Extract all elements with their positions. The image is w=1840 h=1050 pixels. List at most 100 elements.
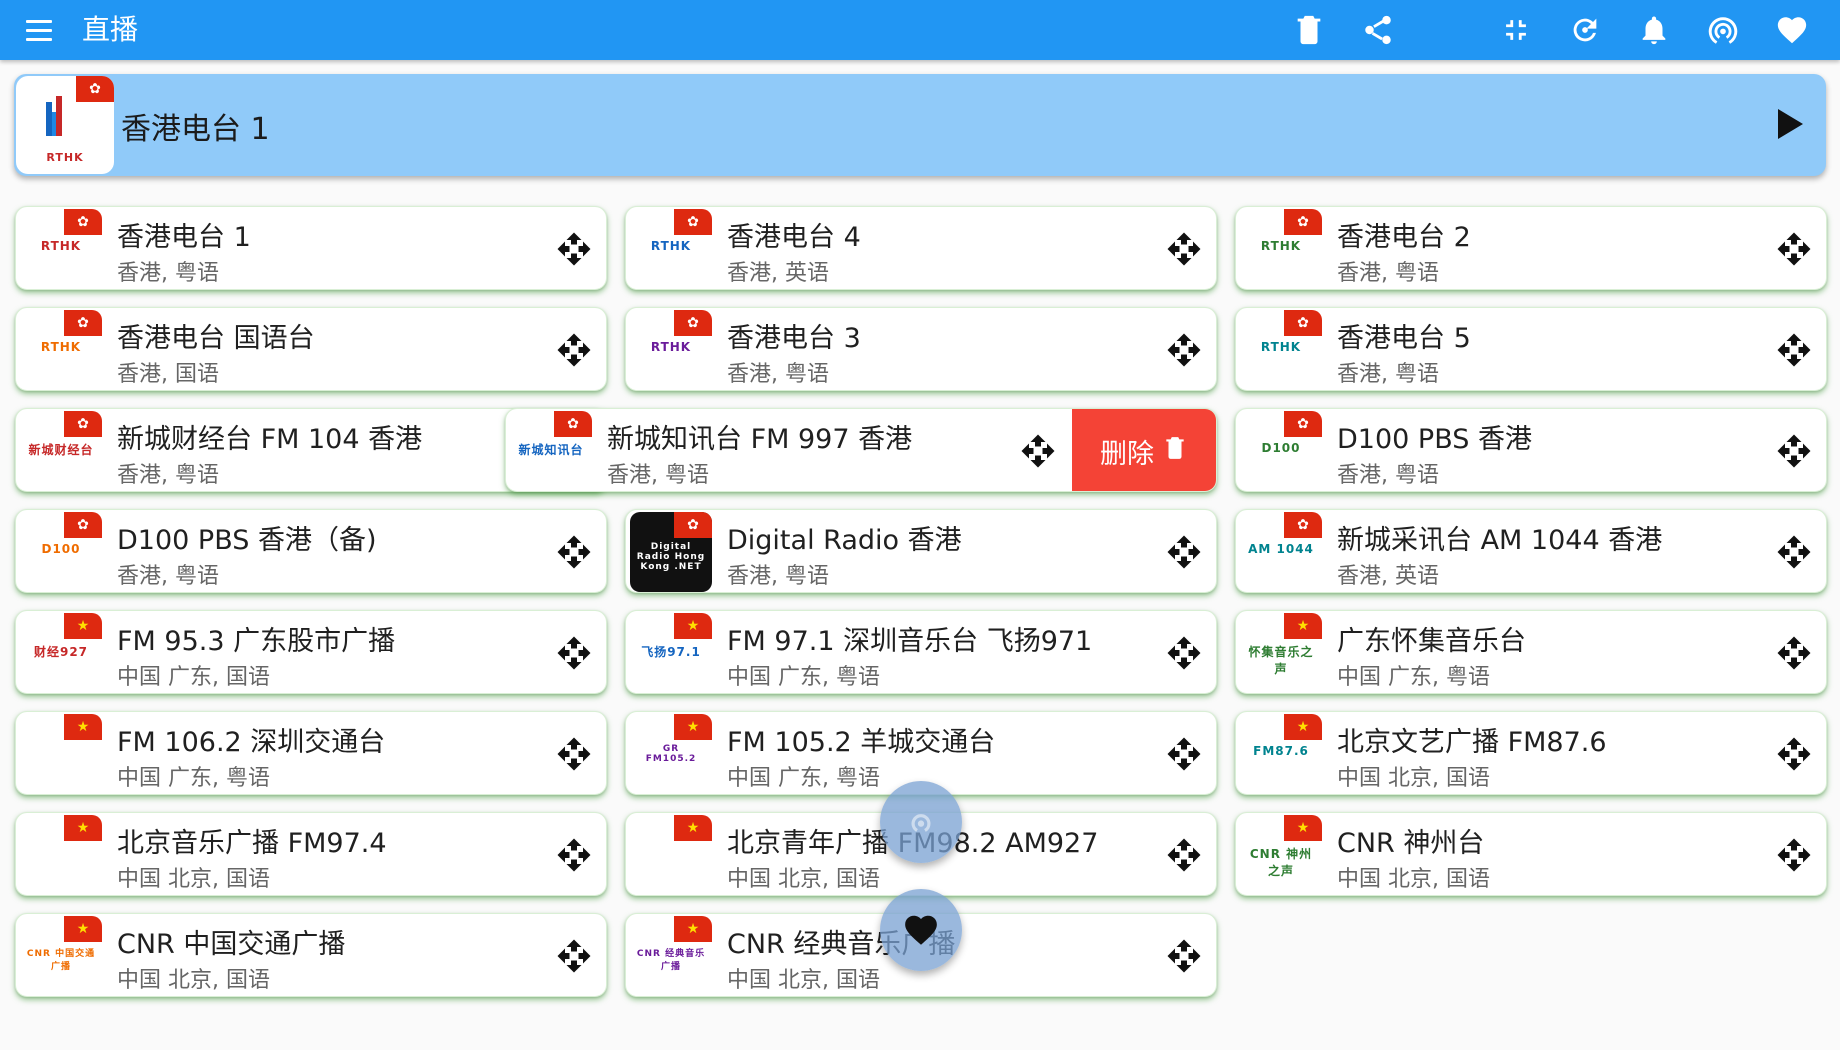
drag-move-icon[interactable] (1776, 534, 1812, 570)
drag-move-icon[interactable] (556, 332, 592, 368)
hong-kong-flag-icon: ✿ (76, 76, 114, 102)
drag-move-icon[interactable] (1166, 534, 1202, 570)
station-card[interactable]: 怀集音乐之声 ★ 广东怀集音乐台 中国 广东, 粤语 (1235, 610, 1827, 694)
station-card[interactable]: CNR 神州之声 ★ CNR 神州台 中国 北京, 国语 (1235, 812, 1827, 896)
favorite-heart-icon[interactable] (1757, 8, 1826, 52)
drag-move-icon[interactable] (556, 635, 592, 671)
share-icon[interactable] (1343, 8, 1412, 52)
station-name: CNR 中国交通广播 (117, 929, 346, 960)
page-title: 直播 (82, 13, 139, 46)
drag-move-icon[interactable] (1166, 938, 1202, 974)
night-mode-icon[interactable] (1412, 8, 1481, 52)
station-logo: ★ (630, 815, 712, 895)
drag-move-icon[interactable] (556, 837, 592, 873)
drag-move-icon[interactable] (1776, 231, 1812, 267)
station-name: 香港电台 3 (727, 323, 861, 354)
station-logo: RTHK ✿ (630, 209, 712, 289)
station-logo: ★ (20, 714, 102, 794)
drag-move-icon[interactable] (1020, 433, 1056, 469)
station-card[interactable]: Digital Radio Hong Kong .NET ✿ Digital Rad… (625, 509, 1217, 593)
refresh-icon[interactable] (1550, 8, 1619, 52)
station-card[interactable]: RTHK ✿ 香港电台 2 香港, 粤语 (1235, 206, 1827, 290)
play-icon[interactable] (1768, 104, 1808, 144)
drag-move-icon[interactable] (1776, 837, 1812, 873)
station-name: 香港电台 国语台 (117, 323, 315, 354)
notification-bell-icon[interactable] (1619, 8, 1688, 52)
delete-icon[interactable] (1274, 8, 1343, 52)
delete-button[interactable]: 删除 (1072, 409, 1216, 491)
logo-text: 飞扬97.1 (641, 645, 701, 659)
station-card[interactable]: 财经927 ★ FM 95.3 广东股市广播 中国 广东, 国语 (15, 610, 607, 694)
logo-text: RTHK (46, 151, 84, 164)
toolbar-actions (1274, 8, 1826, 52)
drag-move-icon[interactable] (556, 534, 592, 570)
station-location-language: 香港, 粤语 (1337, 261, 1439, 286)
hong-kong-flag-icon: ✿ (64, 512, 102, 538)
favorite-fab[interactable] (880, 889, 962, 971)
cast-fab[interactable] (880, 781, 962, 863)
station-location-language: 中国 北京, 国语 (727, 867, 880, 892)
logo-text: RTHK (1260, 340, 1302, 354)
station-card[interactable]: 飞扬97.1 ★ FM 97.1 深圳音乐台 飞扬971 中国 广东, 粤语 (625, 610, 1217, 694)
station-card[interactable]: D100 ✿ D100 PBS 香港 香港, 粤语 (1235, 408, 1827, 492)
fullscreen-exit-icon[interactable] (1481, 8, 1550, 52)
hong-kong-flag-icon: ✿ (674, 310, 712, 336)
cast-icon[interactable] (1688, 8, 1757, 52)
station-card[interactable]: D100 ✿ D100 PBS 香港（备) 香港, 粤语 (15, 509, 607, 593)
drag-move-icon[interactable] (1166, 635, 1202, 671)
station-logo: 怀集音乐之声 ★ (1240, 613, 1322, 693)
hong-kong-flag-icon: ✿ (64, 310, 102, 336)
station-name: FM 97.1 深圳音乐台 飞扬971 (727, 626, 1093, 657)
station-location-language: 香港, 粤语 (117, 564, 219, 589)
station-card[interactable]: 新城知讯台 ✿ 新城知讯台 FM 997 香港 香港, 粤语 删除 (505, 408, 1217, 492)
hong-kong-flag-icon: ✿ (554, 411, 592, 437)
drag-move-icon[interactable] (556, 736, 592, 772)
station-card[interactable]: RTHK ✿ 香港电台 1 香港, 粤语 (15, 206, 607, 290)
station-name: 新城财经台 FM 104 香港 (117, 424, 423, 455)
drag-move-icon[interactable] (1776, 635, 1812, 671)
delete-label: 删除 (1100, 438, 1154, 470)
station-card[interactable]: RTHK ✿ 香港电台 5 香港, 粤语 (1235, 307, 1827, 391)
drag-move-icon[interactable] (1166, 231, 1202, 267)
station-card[interactable]: FM87.6 ★ 北京文艺广播 FM87.6 中国 北京, 国语 (1235, 711, 1827, 795)
hong-kong-flag-icon: ✿ (64, 209, 102, 235)
station-location-language: 中国 广东, 粤语 (117, 766, 270, 791)
station-name: 北京音乐广播 FM97.4 (117, 828, 387, 859)
drag-move-icon[interactable] (1776, 433, 1812, 469)
station-logo: CNR 神州之声 ★ (1240, 815, 1322, 895)
china-flag-icon: ★ (64, 916, 102, 942)
station-logo: ★ (20, 815, 102, 895)
hong-kong-flag-icon: ✿ (64, 411, 102, 437)
logo-text: D100 (41, 542, 81, 556)
drag-move-icon[interactable] (1776, 332, 1812, 368)
station-name: FM 105.2 羊城交通台 (727, 727, 996, 758)
drag-move-icon[interactable] (556, 938, 592, 974)
station-name: 香港电台 1 (117, 222, 251, 253)
station-card[interactable]: ★ FM 106.2 深圳交通台 中国 广东, 粤语 (15, 711, 607, 795)
station-name: 广东怀集音乐台 (1337, 626, 1526, 657)
station-card[interactable]: ★ 北京音乐广播 FM97.4 中国 北京, 国语 (15, 812, 607, 896)
station-card[interactable]: AM 1044 ✿ 新城采讯台 AM 1044 香港 香港, 英语 (1235, 509, 1827, 593)
station-location-language: 香港, 粤语 (727, 564, 829, 589)
station-card[interactable]: RTHK ✿ 香港电台 3 香港, 粤语 (625, 307, 1217, 391)
drag-move-icon[interactable] (556, 231, 592, 267)
station-name: FM 95.3 广东股市广播 (117, 626, 396, 657)
rthk-mark-icon (46, 96, 62, 136)
logo-text: FM87.6 (1253, 744, 1309, 758)
station-location-language: 香港, 粤语 (117, 463, 219, 488)
station-name: 北京文艺广播 FM87.6 (1337, 727, 1607, 758)
drag-move-icon[interactable] (1166, 332, 1202, 368)
station-location-language: 中国 北京, 国语 (1337, 867, 1490, 892)
station-location-language: 中国 广东, 粤语 (727, 766, 880, 791)
drag-move-icon[interactable] (1166, 837, 1202, 873)
station-card[interactable]: RTHK ✿ 香港电台 4 香港, 英语 (625, 206, 1217, 290)
now-playing-bar[interactable]: RTHK ✿ 香港电台 1 (14, 74, 1826, 176)
station-card[interactable]: CNR 中国交通广播 ★ CNR 中国交通广播 中国 北京, 国语 (15, 913, 607, 997)
drag-move-icon[interactable] (1166, 736, 1202, 772)
drag-move-icon[interactable] (1776, 736, 1812, 772)
station-name: D100 PBS 香港 (1337, 424, 1532, 455)
logo-text: GR FM105.2 (645, 744, 697, 764)
station-card[interactable]: RTHK ✿ 香港电台 国语台 香港, 国语 (15, 307, 607, 391)
menu-icon[interactable] (22, 14, 58, 46)
logo-text: RTHK (40, 340, 82, 354)
